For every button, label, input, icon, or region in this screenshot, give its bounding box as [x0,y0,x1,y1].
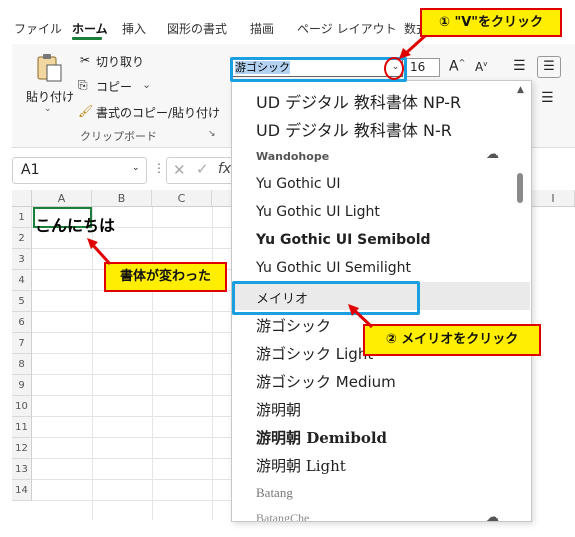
cut-button[interactable]: 切り取り [96,53,144,70]
callout-step2: ② メイリオをクリック [363,324,541,356]
select-all-corner[interactable] [12,190,32,207]
insert-function-icon[interactable]: fx [218,161,231,177]
cancel-icon[interactable]: ✕ [173,161,186,179]
name-box[interactable]: A1 [12,157,147,184]
row-header[interactable]: 2 [12,228,32,249]
font-option[interactable]: 游明朝 Demibold [256,427,387,448]
row-header[interactable]: 12 [12,438,32,459]
grid-line [212,207,213,520]
font-option[interactable]: Batang [256,485,293,501]
paste-chevron-icon[interactable]: ⌄ [44,104,52,114]
arrow-step1-icon [399,34,427,59]
format-painter-button[interactable]: 書式のコピー/貼り付け [96,104,220,121]
font-option[interactable]: BatangChe [256,511,309,521]
grid-line [32,437,232,438]
row-header[interactable]: 11 [12,417,32,438]
copy-button[interactable]: コピー [96,78,132,95]
grid-line [32,353,232,354]
column-header-i[interactable]: I [532,190,575,207]
decrease-font-icon[interactable]: Av [475,60,487,74]
font-option[interactable]: 游明朝 [256,399,301,420]
font-category-label: Wandohope [256,150,330,163]
tab-draw[interactable]: 描画 [250,20,274,37]
font-option[interactable]: Yu Gothic UI [256,176,340,192]
format-painter-icon[interactable]: 🖌 [78,104,93,118]
scroll-up-icon[interactable]: ▲ [517,85,524,95]
enter-icon[interactable]: ✓ [196,160,209,178]
tab-insert[interactable]: 挿入 [122,20,146,37]
font-option[interactable]: 游ゴシック Light [256,343,373,364]
row-header[interactable]: 6 [12,312,32,333]
font-option[interactable]: Yu Gothic UI Semilight [256,260,411,276]
font-option[interactable]: Yu Gothic UI Light [256,204,380,220]
grid-line [32,458,232,459]
grid-line [32,248,232,249]
dropdown-scrollbar[interactable] [517,173,523,203]
grid-line [32,479,232,480]
paste-icon [37,54,62,82]
callout-step1: ① "V"をクリック [420,8,562,37]
align-top-icon[interactable]: ☰ [513,58,526,74]
formula-buttons: ✕ ✓ fx [166,157,238,184]
clipboard-group-label: クリップボード [80,130,157,143]
tab-shape-format[interactable]: 図形の書式 [167,20,227,37]
active-tab-indicator [72,37,102,40]
paste-button[interactable] [35,53,63,83]
cut-icon[interactable]: ✂ [80,53,90,67]
grid-line [32,311,232,312]
copy-chevron-icon[interactable]: ⌄ [142,78,151,91]
font-option[interactable]: 游明朝 Light [256,455,346,476]
font-box-highlight [230,57,407,82]
font-option[interactable]: Yu Gothic UI Semibold [256,232,431,248]
row-header[interactable]: 9 [12,375,32,396]
font-option[interactable]: UD デジタル 教科書体 N-R [256,117,452,141]
meiryo-highlight [232,281,420,315]
font-option[interactable]: UD デジタル 教科書体 NP-R [256,89,461,113]
grid-line [32,416,232,417]
dialog-launcher-icon[interactable]: ↘ [208,129,216,139]
increase-font-icon[interactable]: A^ [449,58,465,75]
column-header-d[interactable] [212,190,232,207]
arrow-changed-icon [87,238,112,266]
font-option[interactable]: 游ゴシック Medium [256,371,396,392]
arrow-step2-icon [348,304,374,329]
tab-file[interactable]: ファイル [14,20,62,37]
grid-line [32,332,232,333]
align-middle-icon[interactable]: ☰ [537,56,561,78]
column-header-c[interactable]: C [152,190,212,207]
paste-label[interactable]: 貼り付け [26,88,74,105]
row-header[interactable]: 1 [12,207,32,228]
cloud-download-icon[interactable]: ☁ [486,147,499,162]
column-header-b[interactable]: B [92,190,152,207]
row-header[interactable]: 14 [12,480,32,501]
font-option[interactable]: 游ゴシック [256,315,331,336]
row-header[interactable]: 8 [12,354,32,375]
column-header-a[interactable]: A [32,190,92,207]
tab-page-layout[interactable]: ページ レイアウト [297,20,397,37]
align-left-icon[interactable]: ☰ [541,90,554,106]
row-header[interactable]: 3 [12,249,32,270]
grid-line [152,207,153,520]
tab-home[interactable]: ホーム [72,20,108,37]
row-header[interactable]: 4 [12,270,32,291]
cell-a1-text: こんにちは [35,216,116,235]
row-header[interactable]: 7 [12,333,32,354]
cloud-download-icon[interactable]: ☁ [486,510,499,521]
grid-line [32,500,232,501]
row-header[interactable]: 5 [12,291,32,312]
callout-font-changed: 書体が変わった [104,262,227,292]
grid-line [32,374,232,375]
copy-icon[interactable]: ⎘ [78,78,88,93]
row-header[interactable]: 10 [12,396,32,417]
row-header[interactable]: 13 [12,459,32,480]
name-box-chevron-icon[interactable]: ⌄ [132,163,140,173]
grid-line [32,395,232,396]
more-options-icon[interactable]: ⋮ [153,161,165,175]
